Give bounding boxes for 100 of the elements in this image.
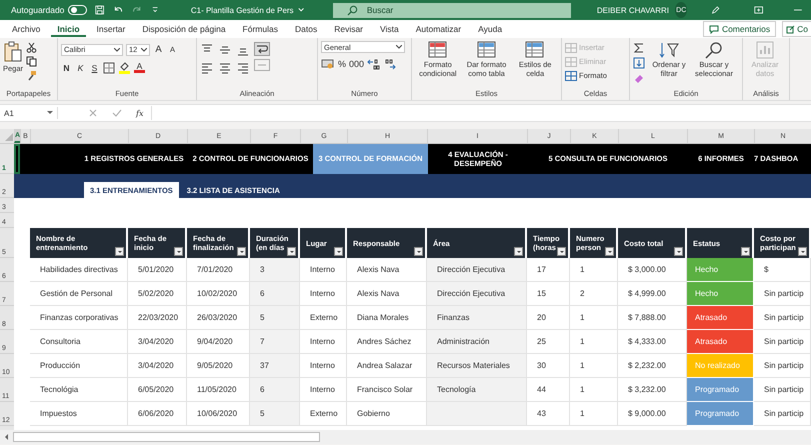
table-cell: 6 — [250, 282, 300, 306]
status-cell: Atrasado — [687, 306, 754, 330]
merge-cells-icon[interactable] — [254, 59, 270, 71]
scroll-left-icon[interactable] — [3, 433, 11, 441]
table-cell: 5 — [250, 306, 300, 330]
filter-dropdown-icon[interactable] — [334, 247, 343, 256]
fill-color-icon[interactable] — [118, 61, 131, 74]
brush-icon[interactable] — [26, 70, 38, 81]
autosave-label: Autoguardado — [11, 5, 64, 15]
table-cell: 6/06/2020 — [128, 402, 187, 426]
menu-tab[interactable]: Fórmulas — [236, 21, 284, 37]
font-color-button[interactable]: A — [134, 62, 145, 74]
status-cell: Programado — [687, 402, 754, 426]
comments-button[interactable]: Comentarios — [702, 21, 776, 37]
table-cell: Dirección Ejecutiva — [427, 282, 527, 306]
menu-tab[interactable]: Vista — [374, 21, 405, 37]
increase-decimal-icon[interactable] — [367, 58, 380, 70]
table-cell: Interno — [300, 378, 347, 402]
eraser-icon[interactable] — [633, 72, 645, 84]
table-cell: Interno — [300, 330, 347, 354]
bold-button[interactable]: N — [61, 62, 72, 72]
check-icon[interactable] — [112, 108, 122, 118]
table-cell: 43 — [527, 402, 570, 426]
table-format-icon — [476, 41, 496, 59]
table-cell: Dirección Ejecutiva — [427, 258, 527, 282]
filter-dropdown-icon[interactable] — [741, 247, 750, 256]
caret-icon — [141, 48, 147, 52]
sum-icon[interactable] — [633, 42, 645, 54]
user-name: DEIBER CHAVARRI — [596, 6, 669, 14]
autosave-toggle[interactable] — [68, 5, 87, 15]
align-right-icon[interactable] — [236, 61, 250, 75]
table-cell: 1 — [570, 402, 618, 426]
table-cell: 30 — [527, 354, 570, 378]
share-icon — [786, 24, 796, 34]
filter-dropdown-icon[interactable] — [115, 247, 124, 256]
table-cell: Sin particip — [754, 354, 811, 378]
underline-button[interactable]: S — [89, 62, 100, 72]
filter-dropdown-icon[interactable] — [174, 247, 183, 256]
grid-icon — [565, 42, 577, 52]
table-cell: 17 — [527, 258, 570, 282]
grid-icon — [565, 70, 577, 80]
save-icon[interactable] — [94, 4, 104, 16]
filter-dropdown-icon[interactable] — [557, 247, 566, 256]
conditional-format-icon — [428, 41, 448, 59]
filter-dropdown-icon[interactable] — [287, 247, 296, 256]
filter-dropdown-icon[interactable] — [237, 247, 246, 256]
customize-icon[interactable] — [152, 5, 158, 15]
filter-dropdown-icon[interactable] — [605, 247, 614, 256]
pen-icon[interactable] — [711, 4, 721, 16]
table-cell: Consultoria — [30, 330, 128, 354]
number-style-button[interactable]: % — [338, 58, 346, 68]
copy-icon[interactable] — [26, 56, 38, 67]
currency-icon[interactable] — [321, 58, 335, 70]
filter-dropdown-icon[interactable] — [798, 247, 807, 256]
menu-tab[interactable]: Disposición de página — [136, 21, 232, 37]
share-button[interactable]: Co — [782, 21, 811, 37]
minimize-icon[interactable] — [794, 7, 802, 13]
menu-tab[interactable]: Insertar — [90, 21, 132, 37]
status-cell: Hecho — [687, 258, 754, 282]
name-box[interactable]: A1 — [0, 107, 58, 119]
menu-tab[interactable]: Datos — [288, 21, 324, 37]
caret-icon — [396, 45, 402, 49]
menu-tab[interactable]: Revisar — [328, 21, 370, 37]
magnifier-icon — [704, 41, 724, 59]
filter-dropdown-icon[interactable] — [514, 247, 523, 256]
filter-dropdown-icon[interactable] — [674, 247, 683, 256]
file-name[interactable]: C1- Plantilla Gestión de Pers — [190, 6, 294, 14]
menu-tab[interactable]: Archivo — [6, 21, 46, 37]
table-cell: 44 — [527, 378, 570, 402]
align-left-icon[interactable] — [200, 61, 214, 75]
scroll-thumb[interactable] — [13, 432, 320, 442]
table-cell: 1 — [570, 306, 618, 330]
table-cell: Recursos Materiales — [427, 354, 527, 378]
wrap-text-icon[interactable] — [254, 42, 270, 56]
table-cell: Producción — [30, 354, 128, 378]
table-cell: Tecnología — [427, 378, 527, 402]
filter-dropdown-icon[interactable] — [414, 247, 423, 256]
table-cell: 3/04/2020 — [128, 354, 187, 378]
fill-down-icon[interactable] — [633, 57, 645, 69]
table-cell: Sin particip — [754, 330, 811, 354]
status-cell: No realizado — [687, 354, 754, 378]
align-center-icon[interactable] — [218, 61, 232, 75]
borders-icon[interactable] — [103, 62, 115, 74]
caret-icon[interactable] — [298, 7, 304, 13]
italic-button[interactable]: K — [75, 62, 86, 72]
sort-filter-icon — [659, 41, 679, 59]
menu-tab[interactable]: Ayuda — [472, 21, 508, 37]
search-field[interactable]: Buscar — [332, 2, 571, 18]
number-style-button[interactable]: 000 — [349, 58, 364, 68]
cell-styles-icon — [525, 41, 546, 59]
decrease-decimal-icon[interactable] — [383, 58, 396, 70]
table-cell: Externo — [300, 402, 347, 426]
scissors-icon[interactable] — [26, 42, 38, 53]
table-cell: 2 — [570, 282, 618, 306]
menu-tab[interactable]: Automatizar — [410, 21, 468, 37]
table-cell: 3/04/2020 — [128, 330, 187, 354]
table-cell: Finanzas — [427, 306, 527, 330]
grow-font-button[interactable]: A — [153, 44, 164, 55]
insert-function-button[interactable]: fx — [136, 108, 144, 118]
ribbon-display-icon[interactable] — [754, 5, 764, 15]
